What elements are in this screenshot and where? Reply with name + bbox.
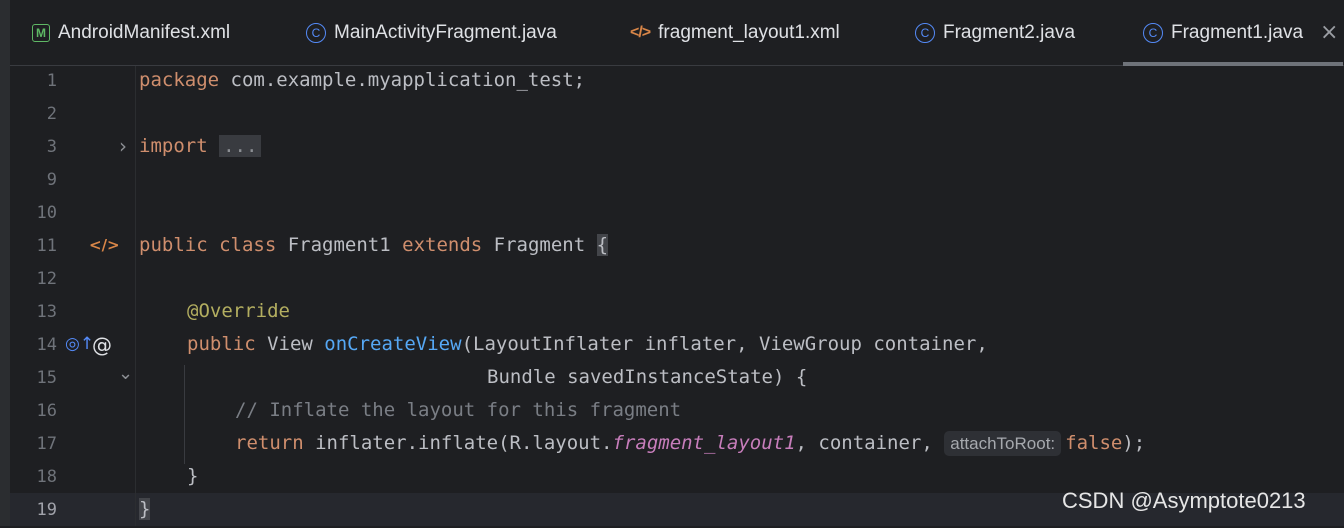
tab-main-activity-fragment[interactable]: C MainActivityFragment.java bbox=[306, 0, 557, 66]
fold-collapse-icon[interactable]: ⌄ bbox=[118, 363, 133, 384]
code-line: 10 bbox=[0, 198, 1344, 231]
line-number: 1 bbox=[46, 71, 57, 91]
line-number: 2 bbox=[46, 104, 57, 124]
code-text[interactable]: } bbox=[139, 498, 151, 520]
code-line: 17 return inflater.inflate(R.layout.frag… bbox=[0, 429, 1344, 462]
code-line: 16 // Inflate the layout for this fragme… bbox=[0, 396, 1344, 429]
line-number: 17 bbox=[36, 434, 57, 454]
line-number: 9 bbox=[46, 170, 57, 190]
tab-label: Fragment1.java bbox=[1171, 22, 1304, 43]
code-text[interactable]: Bundle savedInstanceState) { bbox=[487, 366, 807, 388]
tab-label: Fragment2.java bbox=[943, 22, 1076, 43]
code-line: 1 package com.example.myapplication_test… bbox=[0, 66, 1344, 99]
code-line: 9 bbox=[0, 165, 1344, 198]
parameter-hint: attachToRoot: bbox=[944, 431, 1062, 456]
code-editor[interactable]: 1 package com.example.myapplication_test… bbox=[0, 66, 1344, 526]
tab-label: fragment_layout1.xml bbox=[658, 22, 840, 43]
xml-layout-icon[interactable]: </> bbox=[89, 236, 120, 254]
code-text[interactable]: package com.example.myapplication_test; bbox=[139, 69, 585, 91]
code-text[interactable]: public class Fragment1 extends Fragment … bbox=[139, 234, 609, 256]
tab-android-manifest[interactable]: M AndroidManifest.xml bbox=[32, 0, 230, 66]
code-line: 12 bbox=[0, 264, 1344, 297]
line-number: 11 bbox=[36, 236, 57, 256]
code-line: 3 › import ... bbox=[0, 132, 1344, 165]
code-text[interactable]: import ... bbox=[139, 135, 262, 157]
line-number: 14 bbox=[36, 335, 57, 355]
code-line: 13 @Override bbox=[0, 297, 1344, 330]
line-number: 12 bbox=[36, 269, 57, 289]
code-comment[interactable]: // Inflate the layout for this fragment bbox=[235, 399, 681, 421]
code-text[interactable]: public View onCreateView(LayoutInflater … bbox=[187, 333, 988, 355]
fold-expand-icon[interactable]: › bbox=[119, 134, 127, 158]
annotation-icon[interactable]: @ bbox=[92, 333, 112, 357]
line-number: 18 bbox=[36, 467, 57, 487]
tab-label: AndroidManifest.xml bbox=[58, 22, 231, 43]
code-line: 14 ◎↑ @ public View onCreateView(LayoutI… bbox=[0, 330, 1344, 363]
line-number: 19 bbox=[36, 500, 57, 520]
line-number: 16 bbox=[36, 401, 57, 421]
xml-layout-icon: </> bbox=[630, 24, 651, 41]
tab-fragment-layout1[interactable]: </> fragment_layout1.xml bbox=[630, 0, 840, 66]
line-number: 10 bbox=[36, 203, 57, 223]
watermark: CSDN @Asymptote0213 bbox=[1062, 488, 1306, 513]
line-number: 13 bbox=[36, 302, 57, 322]
code-line: 15 ⌄ Bundle savedInstanceState) { bbox=[0, 363, 1344, 396]
java-class-icon: C bbox=[306, 23, 326, 43]
code-text[interactable]: @Override bbox=[187, 300, 290, 322]
editor-tab-bar: M AndroidManifest.xml C MainActivityFrag… bbox=[0, 0, 1344, 66]
line-number: 15 bbox=[36, 368, 57, 388]
code-line: 11 </> public class Fragment1 extends Fr… bbox=[0, 231, 1344, 264]
code-text[interactable]: } bbox=[187, 465, 198, 487]
java-class-icon: C bbox=[915, 23, 935, 43]
tab-fragment1[interactable]: C Fragment1.java bbox=[1122, 0, 1344, 66]
line-number: 3 bbox=[46, 137, 57, 157]
overrides-method-icon[interactable]: ◎↑ bbox=[65, 334, 94, 354]
java-class-icon: C bbox=[1143, 23, 1163, 43]
tab-label: MainActivityFragment.java bbox=[334, 22, 557, 43]
manifest-icon: M bbox=[32, 24, 50, 42]
folded-imports[interactable]: ... bbox=[219, 135, 262, 157]
code-line: 2 bbox=[0, 99, 1344, 132]
tab-fragment2[interactable]: C Fragment2.java bbox=[915, 0, 1075, 66]
close-tab-icon[interactable]: × bbox=[1320, 20, 1338, 45]
tool-strip bbox=[0, 0, 10, 66]
code-text[interactable]: return inflater.inflate(R.layout.fragmen… bbox=[235, 431, 1145, 456]
